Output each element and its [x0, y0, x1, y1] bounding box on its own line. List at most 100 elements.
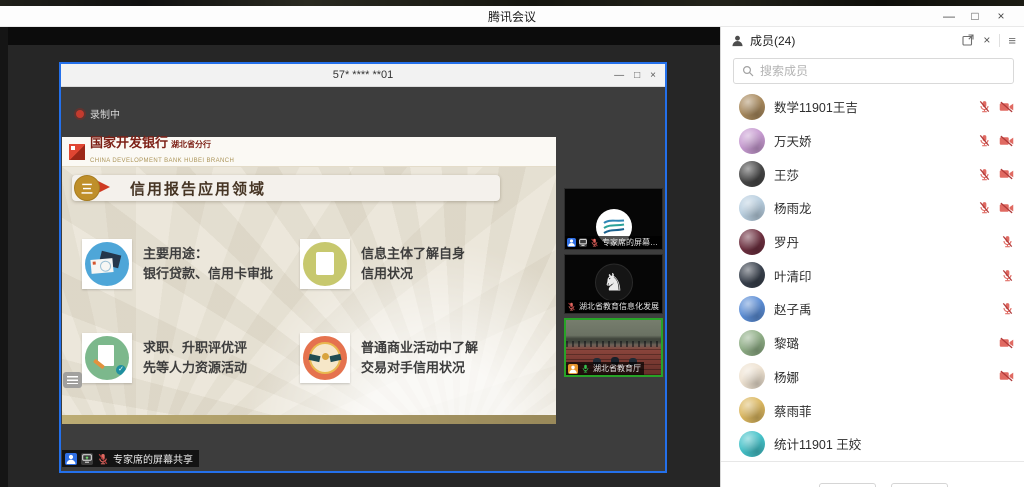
thumbnail-expert-share[interactable]: 专家席的屏幕共享	[564, 188, 663, 250]
member-name: 赵子禹	[774, 299, 812, 318]
member-name: 蔡雨菲	[774, 401, 812, 420]
bank-name-en: CHINA DEVELOPMENT BANK HUBEI BRANCH	[90, 158, 234, 164]
gold-badge-icon: 三	[74, 175, 100, 201]
popout-icon[interactable]	[962, 34, 974, 46]
minimize-icon[interactable]: —	[936, 9, 962, 23]
member-list: 数学11901王吉 万天娇	[721, 90, 1024, 461]
handshake-icon	[303, 336, 347, 380]
member-name: 统计11901 王姣	[774, 434, 861, 453]
recording-label: 录制中	[90, 106, 120, 121]
slide-item-business: 普通商业活动中了解交易对手信用状况	[300, 311, 542, 405]
avatar	[739, 431, 765, 457]
mic-muted-icon	[1001, 235, 1014, 248]
app-titlebar: 腾讯会议 — □ ×	[0, 6, 1024, 27]
slide-item-hr: 求职、升职评优评先等人力资源活动	[82, 311, 300, 405]
video-thumbnails: 专家席的屏幕共享 ♞ 湖北省教育信息化发展	[564, 188, 663, 377]
close-icon[interactable]: ×	[988, 9, 1014, 23]
member-name: 叶清印	[774, 266, 812, 285]
search-input[interactable]	[760, 64, 1005, 78]
camera-off-icon	[999, 202, 1014, 214]
slide-title-bar: 三 信用报告应用领域	[72, 175, 500, 201]
member-row[interactable]: 罗丹	[721, 225, 1024, 259]
slide-footer-strip	[62, 415, 556, 424]
mic-muted-icon	[590, 238, 599, 247]
bank-branch: 湖北省分行	[171, 141, 211, 149]
camera-off-icon	[999, 101, 1014, 113]
members-panel-footer	[721, 461, 1024, 487]
thumbnail-edu-informatization[interactable]: ♞ 湖北省教育信息化发展	[564, 254, 663, 314]
recording-indicator: 录制中	[76, 106, 120, 121]
shared-window-title: 57* **** **01	[61, 69, 665, 81]
member-name: 杨雨龙	[774, 198, 812, 217]
close-panel-icon[interactable]: ×	[983, 34, 990, 46]
avatar	[739, 94, 765, 120]
avatar	[739, 195, 765, 221]
thumbnail-label: 湖北省教育信息化发展	[579, 301, 659, 312]
slide-body: 三 信用报告应用领域 主要用途：银行贷款、信用卡审批	[62, 167, 556, 415]
shared-screen-tile[interactable]: 57* **** **01 — □ × 录制中	[59, 62, 667, 473]
members-panel-title: 成员(24)	[750, 32, 795, 49]
minimize-icon[interactable]: —	[614, 70, 624, 81]
member-row[interactable]: 赵子禹	[721, 292, 1024, 326]
camera-off-icon	[999, 168, 1014, 180]
thumbnail-label: 湖北省教育厅	[593, 363, 641, 374]
member-row[interactable]: 黎璐	[721, 326, 1024, 360]
camera-off-icon	[999, 135, 1014, 147]
member-row[interactable]: 统计11901 王姣	[721, 427, 1024, 461]
footer-button[interactable]	[819, 483, 876, 487]
avatar	[739, 161, 765, 187]
mic-muted-icon	[978, 201, 991, 214]
bank-logo-icon	[69, 144, 85, 160]
slide-title-badge: 三	[72, 175, 118, 201]
app-title: 腾讯会议	[0, 8, 1024, 25]
member-row[interactable]: 叶清印	[721, 258, 1024, 292]
resume-icon	[85, 336, 129, 380]
document-icon	[303, 242, 347, 286]
member-row[interactable]: 蔡雨菲	[721, 393, 1024, 427]
member-row[interactable]: 万天娇	[721, 124, 1024, 158]
member-name: 罗丹	[774, 232, 799, 251]
thumbnail-label: 专家席的屏幕共享	[602, 237, 659, 248]
members-panel-header: 成员(24) × ≡	[721, 27, 1024, 53]
avatar	[739, 128, 765, 154]
member-row[interactable]: 杨雨龙	[721, 191, 1024, 225]
camera-off-icon	[999, 337, 1014, 349]
mic-muted-icon	[978, 134, 991, 147]
avatar	[739, 363, 765, 389]
layout-list-icon[interactable]	[63, 372, 82, 388]
maximize-icon[interactable]: □	[962, 9, 988, 23]
mic-muted-icon	[97, 453, 109, 465]
sharer-name: 专家席的屏幕共享	[113, 451, 193, 466]
camera-off-icon	[999, 370, 1014, 382]
member-name: 王莎	[774, 165, 799, 184]
mic-active-icon	[581, 364, 590, 373]
participant-icon	[65, 453, 77, 465]
hamburger-icon[interactable]: ≡	[999, 34, 1016, 47]
record-dot-icon	[76, 110, 84, 118]
member-row[interactable]: 王莎	[721, 157, 1024, 191]
shared-window-titlebar: 57* **** **01 — □ ×	[61, 64, 665, 87]
shared-window-controls: — □ ×	[614, 70, 665, 81]
slide-item-self-check: 信息主体了解自身信用状况	[300, 217, 542, 311]
screen-share-icon	[579, 238, 587, 247]
member-name: 万天娇	[774, 131, 812, 150]
tencent-meeting-window: 腾讯会议 — □ × 57* **** **01 — □ ×	[0, 0, 1024, 487]
member-row[interactable]: 杨娜	[721, 360, 1024, 394]
avatar	[739, 397, 765, 423]
thumbnail-edu-department-active[interactable]: 湖北省教育厅	[564, 318, 663, 377]
members-panel: 成员(24) × ≡	[720, 27, 1024, 487]
slide-item-main-use: 主要用途：银行贷款、信用卡审批	[82, 217, 300, 311]
member-row[interactable]: 数学11901王吉	[721, 90, 1024, 124]
mic-muted-icon	[1001, 269, 1014, 282]
mic-muted-icon	[567, 302, 576, 311]
member-search-box[interactable]	[733, 58, 1014, 84]
avatar	[739, 296, 765, 322]
maximize-icon[interactable]: □	[634, 70, 640, 81]
slide-items-grid: 主要用途：银行贷款、信用卡审批 信息主体了解自身信用状况	[82, 217, 542, 405]
close-icon[interactable]: ×	[650, 70, 656, 81]
left-black-band	[0, 27, 8, 487]
search-icon	[742, 65, 754, 77]
screen-share-icon	[81, 453, 93, 465]
slide-header: 国家开发银行 湖北省分行 CHINA DEVELOPMENT BANK HUBE…	[62, 137, 556, 167]
footer-button[interactable]	[891, 483, 948, 487]
